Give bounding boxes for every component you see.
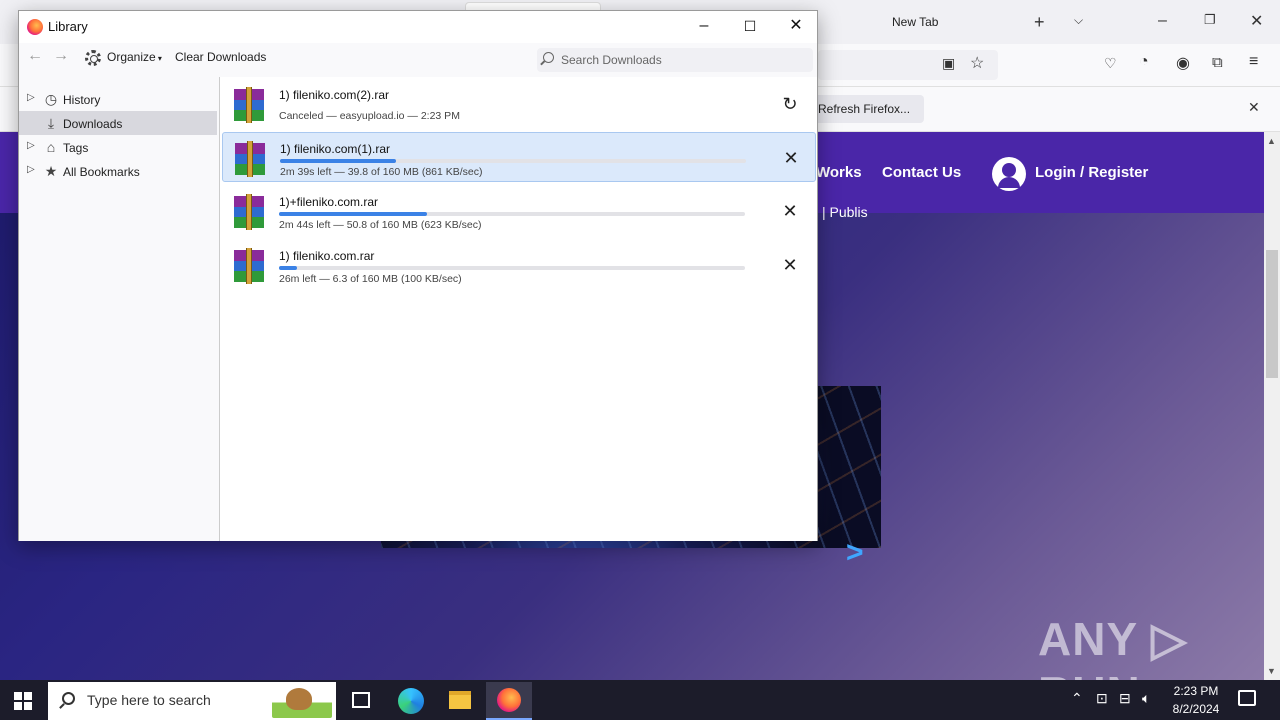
library-titlebar[interactable]: Library – ☐ ✕	[19, 11, 817, 43]
sidebar-item-tags[interactable]: ▷ ⌂ Tags	[19, 135, 217, 159]
sidebar-item-history[interactable]: ▷ ◷ History	[19, 87, 217, 111]
scroll-up-icon[interactable]: ▲	[1267, 136, 1276, 146]
clock-icon: ◷	[44, 91, 58, 107]
tag-icon: ⌂	[46, 139, 56, 155]
tray-app-icon[interactable]: ⊡	[1096, 690, 1108, 707]
clock-date[interactable]: 8/2/2024	[1166, 702, 1226, 716]
notification-close-icon[interactable]: ✕	[1248, 99, 1260, 116]
chevron-down-icon: ▾	[155, 54, 162, 63]
search-icon	[62, 692, 75, 705]
task-view-icon	[352, 692, 370, 708]
restore-icon[interactable]: ❐	[1204, 12, 1216, 28]
download-status: 26m left — 6.3 of 160 MB (100 KB/sec)	[279, 273, 462, 285]
list-tabs-chevron-icon[interactable]: ⌵	[1074, 13, 1083, 28]
download-progress-fill	[280, 159, 397, 163]
rar-archive-icon	[235, 141, 265, 177]
download-progress-fill	[279, 212, 427, 216]
gear-icon	[85, 50, 101, 66]
show-hidden-icons-chevron-icon[interactable]: ⌃	[1071, 690, 1083, 707]
rar-archive-icon	[234, 194, 264, 230]
retry-icon[interactable]: ↻	[778, 93, 802, 117]
firefox-logo-icon	[27, 19, 43, 35]
extensions-icon[interactable]: ⧉	[1212, 54, 1223, 71]
scroll-down-icon[interactable]: ▼	[1267, 666, 1276, 676]
menu-hamburger-icon[interactable]: ≡	[1249, 53, 1258, 71]
back-arrow-icon[interactable]: ←	[27, 47, 43, 65]
new-tab-plus-icon[interactable]: +	[1034, 12, 1045, 33]
notification-center-icon[interactable]	[1238, 690, 1256, 706]
star-icon: ★	[44, 163, 58, 179]
download-progress-bar	[280, 159, 746, 163]
close-icon[interactable]: ✕	[773, 11, 819, 43]
sidebar-item-downloads[interactable]: ⤓ Downloads	[19, 111, 217, 135]
minimize-icon[interactable]: –	[681, 11, 727, 43]
download-filename: 1) fileniko.com.rar	[279, 249, 375, 263]
organize-label: Organize	[107, 50, 156, 64]
nav-link-contact[interactable]: Contact Us	[882, 164, 961, 181]
folder-icon	[449, 691, 471, 709]
downloads-list: 1) fileniko.com(2).rar Canceled — easyup…	[219, 77, 817, 541]
rar-archive-icon	[234, 87, 264, 123]
windows-start-icon[interactable]	[14, 692, 32, 710]
rar-archive-icon	[234, 248, 264, 284]
forward-arrow-icon[interactable]: →	[53, 47, 69, 65]
pocket-icon[interactable]: ♡	[1104, 55, 1117, 72]
minimize-icon[interactable]: –	[1158, 12, 1167, 30]
volume-icon[interactable]: 🔈︎	[1142, 690, 1150, 707]
sidebar-item-label: All Bookmarks	[63, 165, 140, 179]
download-item[interactable]: 1) fileniko.com(1).rar 2m 39s left — 39.…	[222, 132, 816, 182]
download-filename: 1) fileniko.com(1).rar	[280, 142, 391, 156]
expand-twisty-icon[interactable]: ▷	[27, 92, 35, 103]
download-progress-bar	[279, 266, 745, 270]
clear-downloads-button[interactable]: Clear Downloads	[175, 50, 266, 64]
search-icon	[543, 52, 554, 63]
reader-view-icon[interactable]: ▣	[942, 55, 955, 72]
expand-twisty-icon[interactable]: ▷	[27, 140, 35, 151]
close-icon[interactable]: ✕	[1250, 11, 1263, 31]
clock-time[interactable]: 2:23 PM	[1166, 684, 1226, 698]
scrollbar-thumb[interactable]	[1266, 250, 1278, 378]
network-icon[interactable]: ⊟	[1119, 690, 1131, 707]
cancel-icon[interactable]: ✕	[778, 200, 802, 224]
site-subtext: | Publis	[822, 204, 868, 220]
cancel-icon[interactable]: ✕	[779, 147, 803, 171]
firefox-icon	[497, 688, 521, 712]
library-window: Library – ☐ ✕ ← → Organize ▾ Clear Downl…	[18, 10, 818, 541]
download-icon: ⤓	[47, 115, 55, 131]
download-status: 2m 44s left — 50.8 of 160 MB (623 KB/sec…	[279, 219, 482, 231]
download-filename: 1)+fileniko.com.rar	[279, 195, 379, 209]
cancel-icon[interactable]: ✕	[778, 254, 802, 278]
download-filename: 1) fileniko.com(2).rar	[279, 88, 390, 102]
download-progress-fill	[279, 266, 298, 270]
refresh-firefox-button[interactable]: Refresh Firefox...	[812, 95, 924, 123]
download-progress-bar	[279, 212, 745, 216]
library-sidebar: ▷ ◷ History ⤓ Downloads ▷ ⌂ Tags ▷ ★ All…	[19, 77, 219, 541]
download-status: Canceled — easyupload.io — 2:23 PM	[279, 110, 460, 122]
edge-icon	[398, 688, 424, 714]
account-icon[interactable]: ◉	[1176, 53, 1190, 73]
download-status: 2m 39s left — 39.8 of 160 MB (861 KB/sec…	[280, 166, 483, 178]
page-scrollbar[interactable]	[1264, 132, 1280, 680]
downloads-progress-icon[interactable]: ◔	[1139, 53, 1149, 71]
user-avatar-icon[interactable]	[992, 157, 1026, 191]
maximize-icon[interactable]: ☐	[727, 11, 773, 43]
chevron-right-icon: >	[846, 536, 864, 569]
taskbar-search-input[interactable]: Type here to search	[87, 692, 211, 708]
bookmark-star-icon[interactable]: ☆	[970, 53, 984, 73]
organize-button[interactable]: Organize ▾	[107, 50, 162, 64]
tab-new-tab[interactable]: New Tab	[892, 15, 938, 29]
sidebar-item-label: Tags	[63, 141, 89, 155]
sidebar-item-all-bookmarks[interactable]: ▷ ★ All Bookmarks	[19, 159, 217, 183]
expand-twisty-icon[interactable]: ▷	[27, 164, 35, 175]
search-downloads-input[interactable]	[561, 49, 809, 71]
nav-link-works[interactable]: Works	[816, 164, 862, 181]
nav-link-login[interactable]: Login / Register	[1035, 164, 1148, 181]
sidebar-item-label: History	[63, 93, 101, 107]
sidebar-item-label: Downloads	[63, 117, 123, 131]
search-highlight-image[interactable]	[272, 684, 332, 718]
download-item[interactable]: 1)+fileniko.com.rar 2m 44s left — 50.8 o…	[222, 186, 816, 236]
window-title: Library	[48, 19, 88, 34]
download-item[interactable]: 1) fileniko.com(2).rar Canceled — easyup…	[222, 79, 816, 129]
download-item[interactable]: 1) fileniko.com.rar 26m left — 6.3 of 16…	[222, 240, 816, 290]
